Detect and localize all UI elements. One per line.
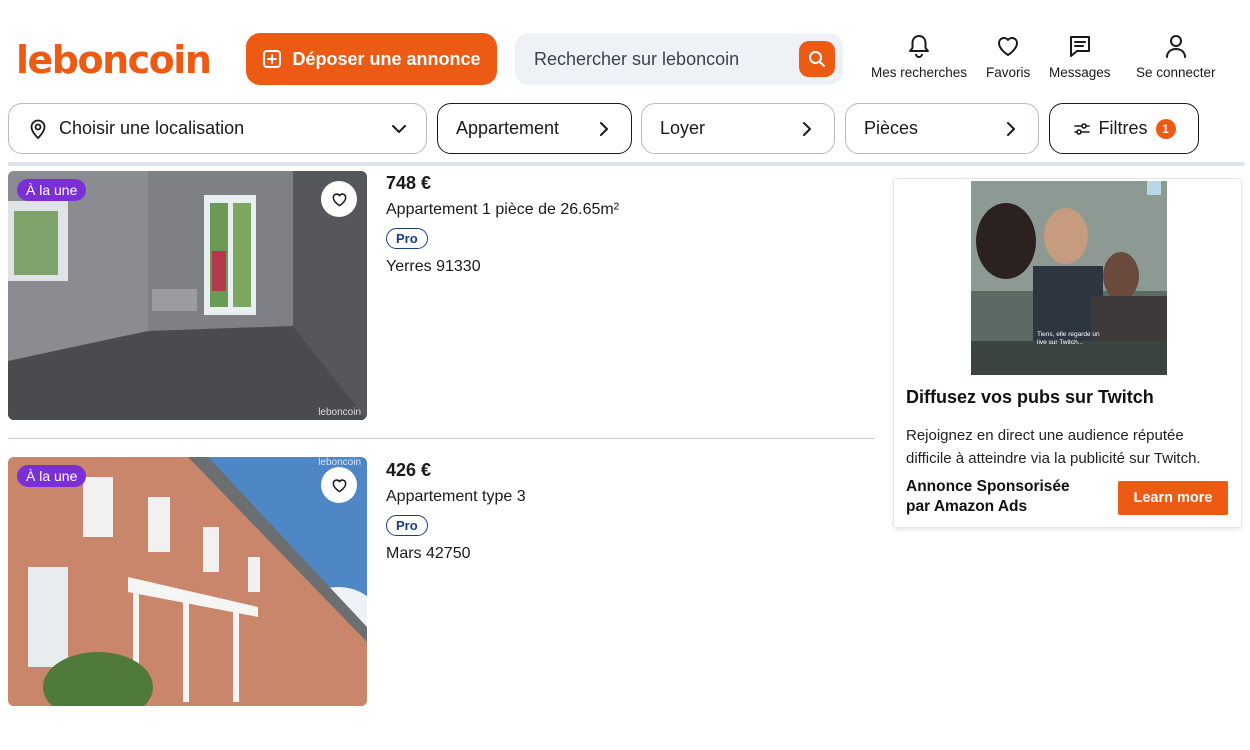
user-icon <box>1165 35 1186 58</box>
search-bar[interactable]: Rechercher sur leboncoin <box>515 33 843 85</box>
post-ad-label: Déposer une annonce <box>292 48 481 69</box>
nav-messages-label: Messages <box>1049 65 1111 80</box>
apartment-interior-photo <box>8 171 367 420</box>
listing-title[interactable]: Appartement 1 pièce de 26.65m² <box>386 200 619 220</box>
plus-square-icon <box>263 50 282 68</box>
photo-watermark: leboncoin <box>318 407 361 418</box>
message-icon <box>1069 36 1090 57</box>
category-filter-label: Appartement <box>456 118 560 138</box>
featured-tag: À la une <box>17 465 87 487</box>
ad-description: Rejoignez en direct une audience réputée… <box>906 427 1201 467</box>
ad-video[interactable]: Tiens, elle regarde un live sur Twitch..… <box>971 181 1167 375</box>
rooms-filter[interactable]: Pièces <box>845 103 1039 154</box>
ad-video-caption: Tiens, elle regarde un live sur Twitch..… <box>1037 331 1100 346</box>
chevron-right-icon <box>600 121 608 136</box>
sponsored-ad[interactable]: Tiens, elle regarde un live sur Twitch..… <box>894 179 1241 527</box>
listing-price: 748 € <box>386 173 432 193</box>
listing-photo[interactable]: À la une leboncoin <box>8 457 367 706</box>
muted-speaker-icon[interactable] <box>979 347 1167 375</box>
chevron-right-icon <box>1007 121 1015 136</box>
sliders-icon <box>1073 122 1090 135</box>
location-pin-icon <box>30 119 46 139</box>
heart-icon <box>332 192 346 206</box>
category-filter[interactable]: Appartement <box>437 103 632 154</box>
pro-badge: Pro <box>386 228 428 249</box>
more-filters-button[interactable]: Filtres 1 <box>1049 103 1199 154</box>
listing-price: 426 € <box>386 460 432 480</box>
leboncoin-logo[interactable]: leboncoin <box>16 38 212 82</box>
listing-divider <box>8 438 875 439</box>
location-filter[interactable]: Choisir une localisation <box>8 103 427 154</box>
nav-favorites-label: Favoris <box>986 65 1031 80</box>
listing-photo[interactable]: À la une leboncoin <box>8 171 367 420</box>
search-button[interactable] <box>799 41 835 77</box>
nav-login-label: Se connecter <box>1136 65 1216 80</box>
featured-tag: À la une <box>17 179 87 201</box>
location-filter-label: Choisir une localisation <box>59 118 245 138</box>
photo-watermark: leboncoin <box>318 457 361 468</box>
pro-badge: Pro <box>386 515 428 536</box>
ad-title[interactable]: Diffusez vos pubs sur Twitch <box>906 387 1154 408</box>
search-input[interactable]: Rechercher sur leboncoin <box>534 49 843 70</box>
post-ad-button[interactable]: Déposer une annonce <box>246 33 497 85</box>
listing-title[interactable]: Appartement type 3 <box>386 487 526 507</box>
nav-favorites[interactable]: Favoris <box>986 33 1030 80</box>
rooms-filter-label: Pièces <box>864 118 919 138</box>
favorite-button[interactable] <box>321 181 357 217</box>
nav-my-searches-label: Mes recherches <box>871 65 968 80</box>
chevron-down-icon <box>392 124 406 133</box>
nav-messages[interactable]: Messages <box>1049 33 1111 80</box>
house-exterior-photo <box>8 457 367 706</box>
rent-filter-label: Loyer <box>660 118 706 138</box>
filter-bar-divider <box>8 162 1244 166</box>
learn-more-button[interactable]: Learn more <box>1118 481 1228 515</box>
heart-icon <box>332 478 346 492</box>
search-icon <box>809 51 825 67</box>
more-filters-label: Filtres <box>1098 118 1148 138</box>
favorite-button[interactable] <box>321 467 357 503</box>
listing-location: Yerres 91330 <box>386 258 481 275</box>
filter-count-badge: 1 <box>1155 118 1176 139</box>
rent-filter[interactable]: Loyer <box>641 103 835 154</box>
listing-location: Mars 42750 <box>386 545 471 562</box>
ad-choices-icon[interactable] <box>1147 181 1161 195</box>
nav-my-searches[interactable]: Mes recherches <box>871 33 967 80</box>
ad-sponsor-label: Annonce Sponsorisée par Amazon Ads <box>906 478 1070 515</box>
listing-info[interactable]: 426 € Appartement type 3 Pro Mars 42750 <box>386 459 526 564</box>
listing-info[interactable]: 748 € Appartement 1 pièce de 26.65m² Pro… <box>386 172 619 277</box>
chevron-right-icon <box>803 121 811 136</box>
nav-login[interactable]: Se connecter <box>1136 33 1216 80</box>
bell-icon <box>909 35 930 58</box>
heart-icon <box>998 37 1019 56</box>
